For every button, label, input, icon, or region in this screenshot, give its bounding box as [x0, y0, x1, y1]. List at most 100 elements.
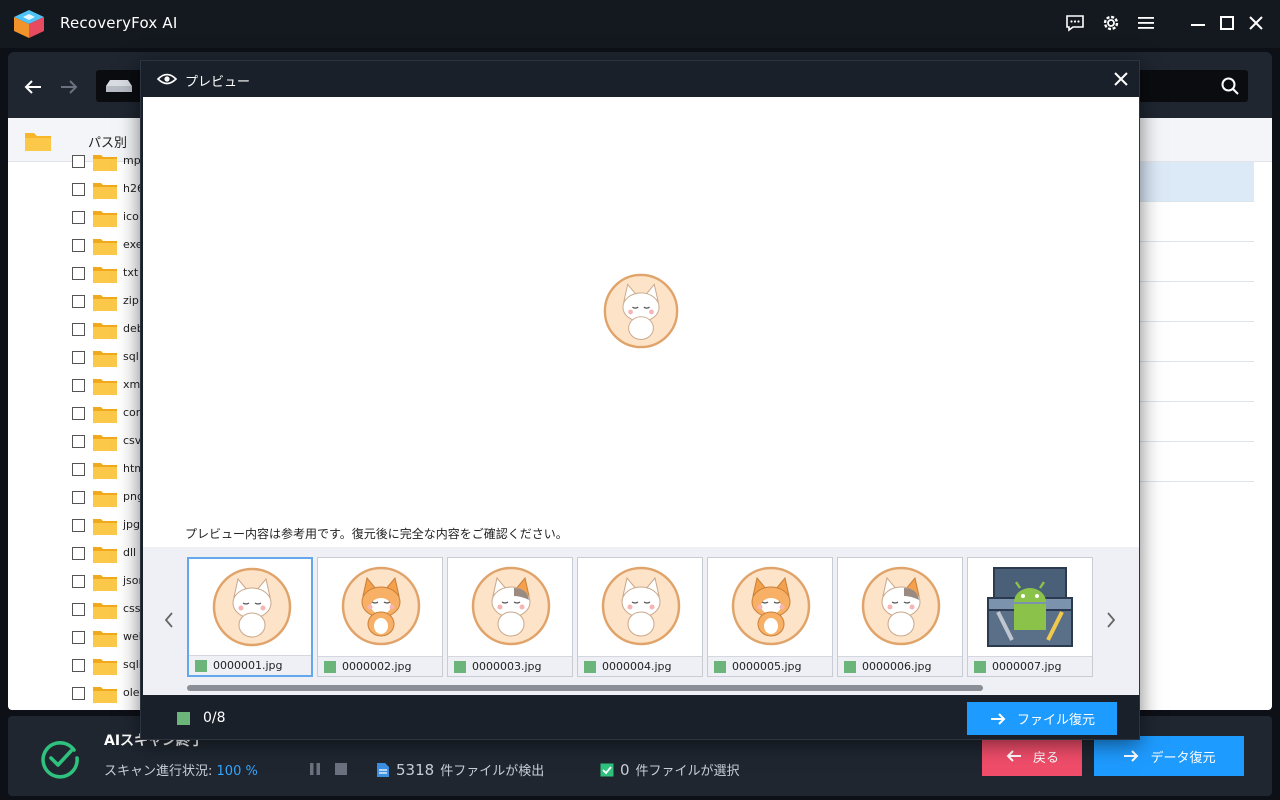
search-icon[interactable]: [1220, 76, 1240, 96]
thumbnail[interactable]: 0000001.jpg: [187, 557, 313, 677]
tree-checkbox[interactable]: [72, 379, 85, 392]
stop-icon[interactable]: [334, 762, 348, 776]
tree-row[interactable]: csv: [68, 428, 148, 456]
tree-row[interactable]: deb: [68, 316, 148, 344]
tree-checkbox[interactable]: [72, 547, 85, 560]
menu-icon[interactable]: [1132, 10, 1160, 36]
folder-icon: [93, 155, 117, 171]
folder-icon: [93, 183, 117, 199]
list-item[interactable]: [1138, 442, 1254, 482]
tree-checkbox[interactable]: [72, 155, 85, 168]
tree-checkbox[interactable]: [72, 211, 85, 224]
thumbnail[interactable]: 0000007.jpg: [967, 557, 1093, 677]
tree-row[interactable]: h26: [68, 176, 148, 204]
file-recover-label: ファイル復元: [1016, 712, 1095, 727]
app-title: RecoveryFox AI: [60, 14, 178, 32]
select-all-checkbox[interactable]: [177, 712, 190, 725]
tree-row[interactable]: zip: [68, 288, 148, 316]
tree-checkbox[interactable]: [72, 295, 85, 308]
tree-row[interactable]: exe: [68, 232, 148, 260]
tree-checkbox[interactable]: [72, 323, 85, 336]
back-arrow-icon[interactable]: [20, 74, 46, 100]
tree-row[interactable]: dll: [68, 540, 148, 568]
tree-row[interactable]: web: [68, 624, 148, 652]
tree-checkbox[interactable]: [72, 603, 85, 616]
thumbnail[interactable]: 0000004.jpg: [577, 557, 703, 677]
list-item[interactable]: [1138, 322, 1254, 362]
tree-checkbox[interactable]: [72, 351, 85, 364]
checkbox-icon[interactable]: [714, 660, 726, 673]
folder-tree: mp4 h26 ico exe txt zip deb sql xml com …: [68, 148, 148, 708]
tree-checkbox[interactable]: [72, 519, 85, 532]
tree-checkbox[interactable]: [72, 463, 85, 476]
tree-row[interactable]: txt: [68, 260, 148, 288]
list-item[interactable]: [1138, 402, 1254, 442]
tree-checkbox[interactable]: [72, 435, 85, 448]
back-button[interactable]: 戻る: [982, 736, 1082, 776]
tree-checkbox[interactable]: [72, 659, 85, 672]
tree-checkbox[interactable]: [72, 183, 85, 196]
checkbox-icon[interactable]: [974, 660, 986, 673]
recover-data-button[interactable]: データ復元: [1094, 736, 1244, 776]
tree-row[interactable]: com: [68, 400, 148, 428]
folder-icon: [93, 239, 117, 255]
list-item[interactable]: [1138, 242, 1254, 282]
checkbox-icon[interactable]: [584, 660, 596, 673]
tree-row[interactable]: ico: [68, 204, 148, 232]
folder-icon: [93, 463, 117, 479]
tree-row[interactable]: png: [68, 484, 148, 512]
close-icon[interactable]: [1111, 69, 1131, 89]
document-icon: [377, 762, 389, 777]
thumbnail[interactable]: 0000002.jpg: [317, 557, 443, 677]
thumbnail-scrollbar[interactable]: [187, 685, 983, 691]
folder-icon: [93, 491, 117, 507]
tree-row[interactable]: css: [68, 596, 148, 624]
preview-title: プレビュー: [185, 75, 251, 90]
pause-icon[interactable]: [308, 762, 322, 776]
tree-checkbox[interactable]: [72, 575, 85, 588]
tree-row[interactable]: mp4: [68, 148, 148, 176]
gear-icon[interactable]: [1097, 10, 1125, 36]
thumbnail[interactable]: 0000003.jpg: [447, 557, 573, 677]
folder-icon: [25, 133, 51, 151]
scan-complete-icon: [41, 740, 79, 779]
folder-icon: [93, 575, 117, 591]
forward-arrow-icon[interactable]: [56, 74, 82, 100]
tree-checkbox[interactable]: [72, 407, 85, 420]
thumbnail-caption: 0000001.jpg: [189, 655, 311, 675]
tree-row[interactable]: sqli: [68, 652, 148, 680]
feedback-icon[interactable]: [1061, 10, 1089, 36]
chevron-left-icon[interactable]: [159, 607, 179, 633]
tree-row[interactable]: xml: [68, 372, 148, 400]
checkbox-icon[interactable]: [844, 660, 856, 673]
tree-row[interactable]: sql: [68, 344, 148, 372]
tree-checkbox[interactable]: [72, 631, 85, 644]
thumbnail[interactable]: 0000006.jpg: [837, 557, 963, 677]
cat-calico-image: [861, 566, 941, 646]
list-item[interactable]: [1138, 202, 1254, 242]
tree-row[interactable]: json: [68, 568, 148, 596]
tree-row[interactable]: oles: [68, 680, 148, 708]
list-item[interactable]: [1138, 162, 1254, 202]
cat-white-image: [212, 567, 292, 647]
checkbox-icon[interactable]: [454, 660, 466, 673]
maximize-icon[interactable]: [1213, 10, 1241, 36]
thumbnail[interactable]: 0000005.jpg: [707, 557, 833, 677]
tree-checkbox[interactable]: [72, 491, 85, 504]
minimize-icon[interactable]: [1184, 10, 1212, 36]
tree-checkbox[interactable]: [72, 267, 85, 280]
list-item[interactable]: [1138, 282, 1254, 322]
file-recover-button[interactable]: ファイル復元: [967, 702, 1117, 735]
close-window-icon[interactable]: [1242, 10, 1270, 36]
tree-checkbox[interactable]: [72, 687, 85, 700]
tree-row[interactable]: jpg: [68, 512, 148, 540]
list-item[interactable]: [1138, 362, 1254, 402]
checkbox-icon[interactable]: [195, 659, 207, 672]
chevron-right-icon[interactable]: [1101, 607, 1121, 633]
tree-checkbox[interactable]: [72, 239, 85, 252]
eye-icon: [157, 73, 177, 85]
tree-row[interactable]: htm: [68, 456, 148, 484]
folder-icon: [93, 603, 117, 619]
checkbox-icon[interactable]: [324, 660, 336, 673]
cat-white-image: [601, 566, 681, 646]
